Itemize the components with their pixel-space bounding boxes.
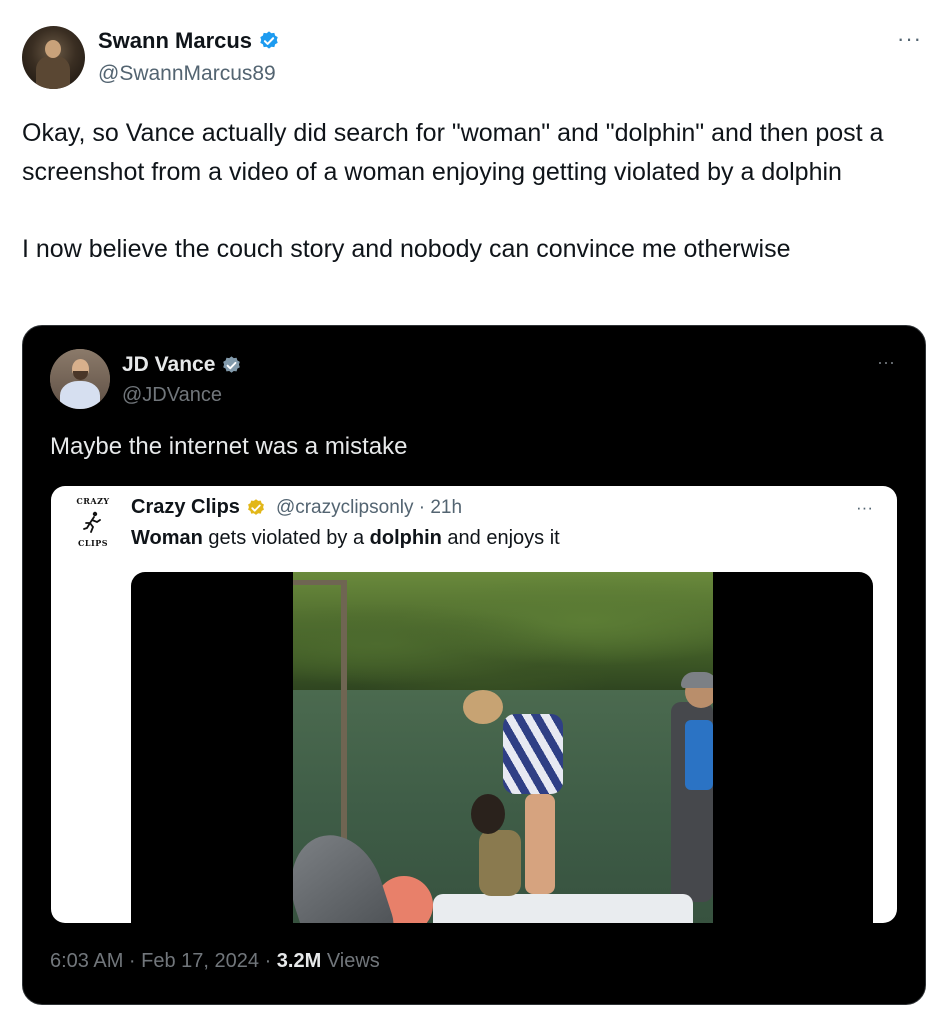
avatar-figure-head — [45, 40, 61, 58]
inner-text-end: and enjoys it — [441, 527, 560, 549]
tweet-meta: 6:03 AM · Feb 17, 2024 · 3.2M Views — [50, 950, 380, 973]
author-handle[interactable]: @SwannMarcus89 — [98, 62, 276, 86]
inner-text-bold-1: Woman — [131, 527, 203, 549]
verified-badge-icon — [223, 355, 241, 373]
author-name[interactable]: Swann Marcus — [98, 28, 280, 54]
avatar-figure-body — [36, 56, 70, 89]
verified-badge-icon — [260, 31, 278, 49]
man-figure-cap — [681, 672, 713, 688]
logo-text-top: CRAZY — [76, 496, 110, 506]
sitting-woman-body — [479, 830, 521, 896]
dock-pole-crossbar — [293, 580, 347, 585]
logo-text-bottom: CLIPS — [77, 538, 109, 548]
man-figure-towel — [685, 720, 713, 790]
author-avatar[interactable] — [22, 26, 85, 89]
video-frame — [293, 572, 713, 923]
inner-tweet-text: Woman gets violated by a dolphin and enj… — [131, 527, 560, 550]
more-options-icon[interactable]: ··· — [877, 352, 895, 373]
standing-woman-body — [503, 714, 563, 794]
quoted-author-avatar[interactable] — [50, 349, 110, 409]
tweet-text-paragraph-2: I now believe the couch story and nobody… — [22, 235, 791, 263]
mangrove-trees — [293, 572, 713, 692]
inner-author-name-text[interactable]: Crazy Clips — [131, 496, 240, 519]
inner-author-name[interactable]: Crazy Clips @crazyclipsonly · 21h — [131, 496, 462, 519]
video-thumbnail[interactable] — [131, 572, 873, 923]
tweet-timestamp[interactable]: 6:03 AM · Feb 17, 2024 · — [50, 950, 277, 972]
standing-woman-legs — [525, 794, 555, 894]
inner-text-bold-2: dolphin — [369, 527, 442, 549]
inner-quote-tweet[interactable]: CRAZY CLIPS Crazy Clips @crazyclipsonly … — [51, 486, 897, 923]
verified-gold-badge-icon — [248, 498, 264, 515]
inner-text-mid: gets violated by a — [202, 527, 370, 549]
quoted-author-handle[interactable]: @JDVance — [122, 384, 222, 407]
quoted-screenshot-card[interactable]: JD Vance @JDVance ··· Maybe the internet… — [22, 325, 926, 1005]
quoted-author-name-text[interactable]: JD Vance — [122, 353, 215, 377]
more-options-icon[interactable]: ··· — [856, 498, 873, 518]
avatar-figure-shirt — [60, 381, 100, 409]
quoted-author-name[interactable]: JD Vance — [122, 353, 242, 377]
crazy-clips-logo[interactable]: CRAZY CLIPS — [69, 496, 117, 548]
dock-pole — [341, 580, 347, 870]
inner-author-handle[interactable]: @crazyclipsonly · 21h — [276, 497, 462, 519]
tweet-text: Okay, so Vance actually did search for "… — [22, 114, 922, 269]
sitting-woman-head — [471, 794, 505, 834]
standing-woman-head — [463, 690, 503, 724]
views-count: 3.2M — [276, 950, 322, 972]
author-name-text[interactable]: Swann Marcus — [98, 28, 252, 54]
boat-deck — [433, 894, 693, 923]
running-figure-icon — [83, 511, 101, 533]
views-label: Views — [321, 950, 380, 972]
more-options-icon[interactable]: ··· — [897, 26, 922, 52]
quoted-tweet-text: Maybe the internet was a mistake — [50, 433, 408, 460]
tweet-text-paragraph-1: Okay, so Vance actually did search for "… — [22, 119, 891, 186]
